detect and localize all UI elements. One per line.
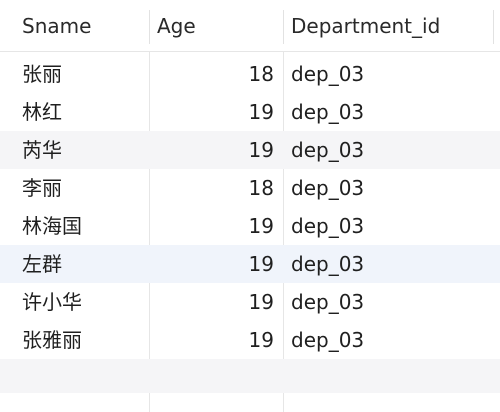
cell-age[interactable]: 19 — [150, 131, 274, 169]
cell-age[interactable]: 19 — [150, 245, 274, 283]
table-row-selected[interactable]: 左群 19 dep_03 — [0, 245, 500, 283]
cell-sname[interactable]: 芮华 — [22, 131, 62, 169]
cell-department-id[interactable]: dep_03 — [291, 131, 364, 169]
column-header-age[interactable]: Age — [157, 0, 196, 52]
table-row[interactable]: 许小华 19 dep_03 — [0, 283, 500, 321]
table-row[interactable]: 林海国 19 dep_03 — [0, 207, 500, 245]
column-header-sname[interactable]: Sname — [22, 0, 91, 52]
cell-sname[interactable]: 张雅丽 — [22, 321, 82, 359]
column-resize-handle[interactable] — [493, 10, 494, 44]
table-row[interactable]: 张雅丽 19 dep_03 — [0, 321, 500, 359]
cell-department-id[interactable]: dep_03 — [291, 55, 364, 93]
table-row[interactable]: 芮华 19 dep_03 — [0, 131, 500, 169]
cell-age[interactable]: 19 — [150, 321, 274, 359]
table-row[interactable]: 李丽 18 dep_03 — [0, 169, 500, 207]
cell-department-id[interactable]: dep_03 — [291, 321, 364, 359]
result-grid: Sname Age Department_id 张丽 18 dep_03 林红 … — [0, 0, 500, 412]
cell-sname[interactable]: 许小华 — [22, 283, 82, 321]
table-row[interactable]: 张丽 18 dep_03 — [0, 55, 500, 93]
table-body: 张丽 18 dep_03 林红 19 dep_03 芮华 19 dep_03 李… — [0, 55, 500, 393]
cell-sname[interactable]: 李丽 — [22, 169, 62, 207]
cell-department-id[interactable]: dep_03 — [291, 169, 364, 207]
cell-age[interactable]: 18 — [150, 55, 274, 93]
cell-age[interactable]: 18 — [150, 169, 274, 207]
column-resize-handle[interactable] — [149, 10, 150, 44]
empty-row — [0, 359, 500, 393]
cell-department-id[interactable]: dep_03 — [291, 283, 364, 321]
cell-sname[interactable]: 林红 — [22, 93, 62, 131]
cell-department-id[interactable]: dep_03 — [291, 245, 364, 283]
cell-age[interactable]: 19 — [150, 93, 274, 131]
column-resize-handle[interactable] — [283, 10, 284, 44]
cell-age[interactable]: 19 — [150, 207, 274, 245]
cell-sname[interactable]: 张丽 — [22, 55, 62, 93]
cell-age[interactable]: 19 — [150, 283, 274, 321]
table-row[interactable]: 林红 19 dep_03 — [0, 93, 500, 131]
cell-department-id[interactable]: dep_03 — [291, 93, 364, 131]
column-header-department-id[interactable]: Department_id — [291, 0, 440, 52]
cell-sname[interactable]: 林海国 — [22, 207, 82, 245]
cell-department-id[interactable]: dep_03 — [291, 207, 364, 245]
table-header: Sname Age Department_id — [0, 0, 500, 52]
cell-sname[interactable]: 左群 — [22, 245, 62, 283]
